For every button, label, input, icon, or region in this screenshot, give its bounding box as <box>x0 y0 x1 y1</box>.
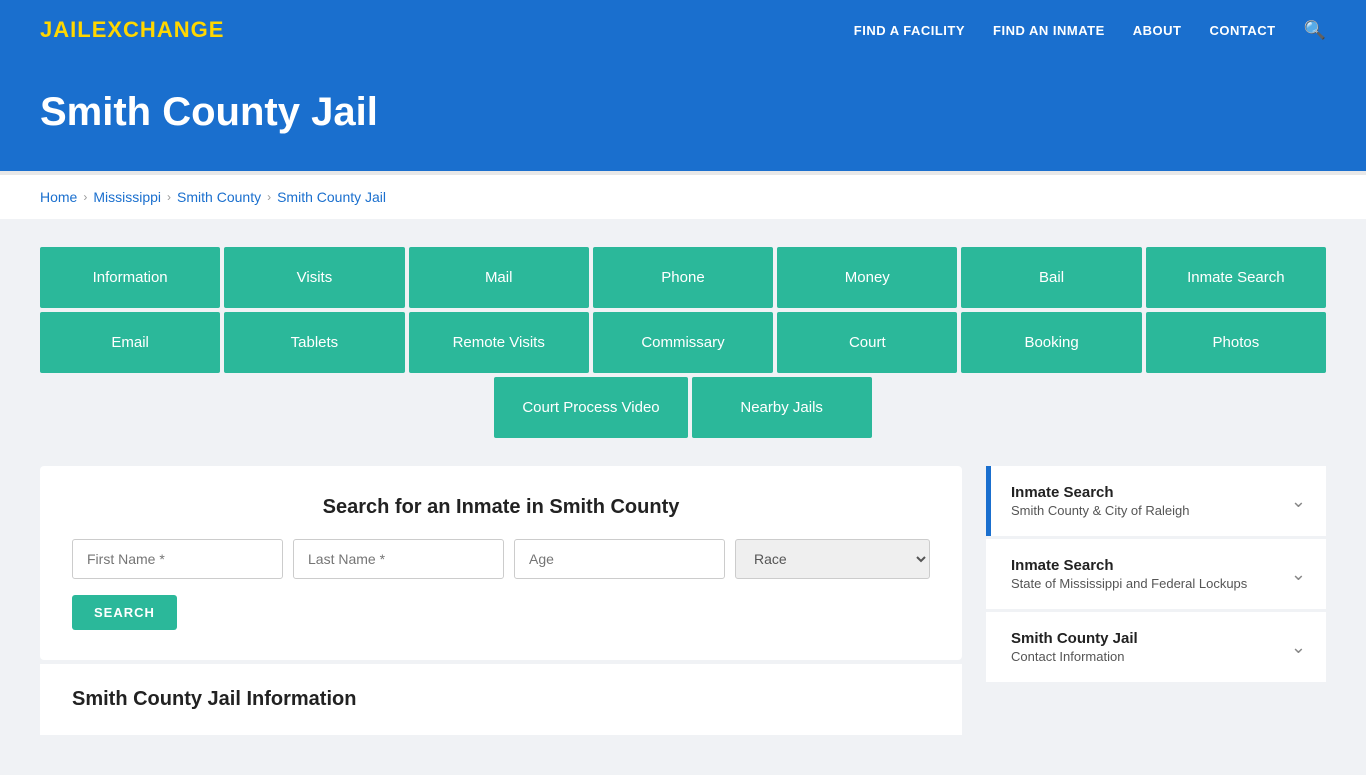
sidebar-item-title-1: Inmate Search <box>1011 484 1189 501</box>
search-title: Search for an Inmate in Smith County <box>72 496 930 519</box>
hero-banner: Smith County Jail <box>0 60 1366 171</box>
search-button[interactable]: SEARCH <box>72 595 177 630</box>
sidebar-item-inmate-search-state[interactable]: Inmate Search State of Mississippi and F… <box>986 539 1326 609</box>
nav-find-facility[interactable]: FIND A FACILITY <box>854 23 965 38</box>
nav-contact[interactable]: CONTACT <box>1209 23 1275 38</box>
breadcrumb-jail[interactable]: Smith County Jail <box>277 189 386 205</box>
category-btn-row2-4[interactable]: Court <box>777 312 957 373</box>
breadcrumb-sep-3: › <box>267 190 271 204</box>
logo[interactable]: JAILEXCHANGE <box>40 17 224 43</box>
inmate-search-box: Search for an Inmate in Smith County Rac… <box>40 466 962 660</box>
category-btn-row2-0[interactable]: Email <box>40 312 220 373</box>
sidebar-item-subtitle-3: Contact Information <box>1011 649 1138 664</box>
left-column: Search for an Inmate in Smith County Rac… <box>40 466 962 735</box>
race-select[interactable]: RaceWhiteBlackHispanicAsianOther <box>735 539 930 579</box>
category-btn-row2-2[interactable]: Remote Visits <box>409 312 589 373</box>
breadcrumb: Home › Mississippi › Smith County › Smit… <box>0 175 1366 219</box>
breadcrumb-state[interactable]: Mississippi <box>93 189 161 205</box>
sidebar-item-title-2: Inmate Search <box>1011 557 1247 574</box>
category-buttons-row3: Court Process VideoNearby Jails <box>40 377 1326 438</box>
breadcrumb-sep-1: › <box>83 190 87 204</box>
category-btn-row3-1[interactable]: Nearby Jails <box>692 377 872 438</box>
category-btn-row2-3[interactable]: Commissary <box>593 312 773 373</box>
category-btn-row2-6[interactable]: Photos <box>1146 312 1326 373</box>
category-btn-row1-6[interactable]: Inmate Search <box>1146 247 1326 308</box>
chevron-down-icon-2: ⌄ <box>1291 564 1306 585</box>
age-input[interactable] <box>514 539 725 579</box>
logo-jail: JAIL <box>40 17 92 42</box>
breadcrumb-sep-2: › <box>167 190 171 204</box>
search-fields: RaceWhiteBlackHispanicAsianOther <box>72 539 930 579</box>
sidebar: Inmate Search Smith County & City of Ral… <box>986 466 1326 685</box>
category-buttons-row2: EmailTabletsRemote VisitsCommissaryCourt… <box>40 312 1326 373</box>
category-btn-row2-1[interactable]: Tablets <box>224 312 404 373</box>
logo-exchange-rest: XCHANGE <box>107 17 224 42</box>
category-btn-row1-1[interactable]: Visits <box>224 247 404 308</box>
category-btn-row2-5[interactable]: Booking <box>961 312 1141 373</box>
sidebar-item-contact-info[interactable]: Smith County Jail Contact Information ⌄ <box>986 612 1326 682</box>
category-btn-row3-0[interactable]: Court Process Video <box>494 377 687 438</box>
sidebar-item-inmate-search-local[interactable]: Inmate Search Smith County & City of Ral… <box>986 466 1326 536</box>
first-name-input[interactable] <box>72 539 283 579</box>
search-icon[interactable]: 🔍 <box>1304 20 1326 41</box>
main-content: InformationVisitsMailPhoneMoneyBailInmat… <box>0 219 1366 775</box>
chevron-down-icon-1: ⌄ <box>1291 491 1306 512</box>
last-name-input[interactable] <box>293 539 504 579</box>
category-btn-row1-5[interactable]: Bail <box>961 247 1141 308</box>
category-btn-row1-2[interactable]: Mail <box>409 247 589 308</box>
category-buttons-row1: InformationVisitsMailPhoneMoneyBailInmat… <box>40 247 1326 308</box>
header: JAILEXCHANGE FIND A FACILITY FIND AN INM… <box>0 0 1366 60</box>
page-title: Smith County Jail <box>40 90 1326 135</box>
breadcrumb-county[interactable]: Smith County <box>177 189 261 205</box>
sidebar-item-subtitle-2: State of Mississippi and Federal Lockups <box>1011 576 1247 591</box>
info-title: Smith County Jail Information <box>72 688 930 711</box>
sidebar-item-title-3: Smith County Jail <box>1011 630 1138 647</box>
category-btn-row1-3[interactable]: Phone <box>593 247 773 308</box>
content-row: Search for an Inmate in Smith County Rac… <box>40 466 1326 735</box>
logo-exchange-highlight: E <box>92 17 108 42</box>
category-btn-row1-0[interactable]: Information <box>40 247 220 308</box>
info-box: Smith County Jail Information <box>40 664 962 735</box>
nav-find-inmate[interactable]: FIND AN INMATE <box>993 23 1105 38</box>
sidebar-item-subtitle-1: Smith County & City of Raleigh <box>1011 503 1189 518</box>
main-nav: FIND A FACILITY FIND AN INMATE ABOUT CON… <box>854 20 1326 41</box>
category-btn-row1-4[interactable]: Money <box>777 247 957 308</box>
nav-about[interactable]: ABOUT <box>1133 23 1182 38</box>
chevron-down-icon-3: ⌄ <box>1291 637 1306 658</box>
breadcrumb-home[interactable]: Home <box>40 189 77 205</box>
